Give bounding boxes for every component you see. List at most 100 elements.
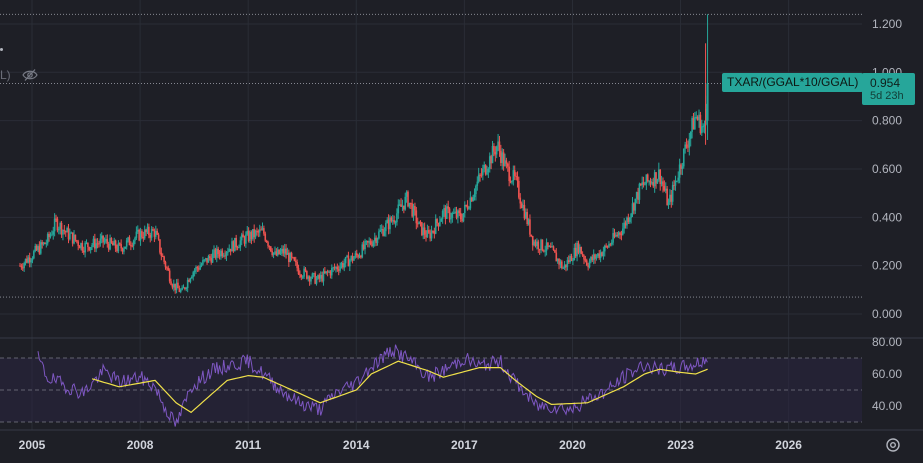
candle-body — [398, 204, 401, 206]
candle-body — [55, 218, 57, 220]
price-candles — [19, 14, 709, 294]
candle-body — [432, 230, 434, 232]
eye-off-icon[interactable] — [22, 68, 38, 82]
candle-body — [623, 222, 625, 229]
candle-body — [304, 268, 307, 271]
candle-body — [605, 245, 607, 247]
candle-body — [321, 274, 323, 282]
candle-body — [638, 183, 641, 200]
candle-body — [264, 233, 267, 241]
candle-body — [307, 276, 310, 279]
candle-body — [364, 241, 366, 250]
candle-body — [551, 246, 553, 248]
candle-body — [480, 174, 483, 176]
candle-body — [150, 229, 153, 238]
candle-body — [37, 246, 39, 251]
candle-body — [667, 202, 670, 206]
candle-body — [562, 267, 565, 269]
candle-body — [293, 257, 296, 261]
candle-body — [357, 255, 359, 258]
candle-body — [624, 222, 627, 226]
chart-canvas[interactable]: 1.2001.0000.8000.6000.4000.2000.000 80.0… — [0, 0, 923, 463]
settings-gear-icon[interactable] — [884, 436, 902, 454]
price-tick-label: 1.200 — [872, 17, 902, 31]
candle-body — [263, 228, 265, 234]
candle-body — [574, 247, 577, 257]
candle-body — [631, 203, 634, 214]
candle-body — [555, 252, 558, 262]
candle-body — [696, 116, 699, 121]
candle-body — [279, 251, 282, 255]
candle-body — [533, 241, 535, 246]
candle-body — [652, 182, 655, 187]
candle-body — [563, 264, 566, 268]
candle-body — [538, 249, 541, 251]
candle-body — [181, 287, 183, 290]
candle-body — [177, 282, 179, 289]
candle-body — [429, 232, 431, 239]
candle-body — [310, 278, 312, 282]
candle-body — [221, 250, 224, 257]
candle-body — [475, 185, 477, 195]
candle-body — [46, 234, 49, 244]
candle-body — [82, 250, 85, 253]
candle-body — [139, 231, 142, 241]
candle-body — [501, 152, 504, 163]
candle-body — [570, 256, 573, 262]
candle-body — [333, 267, 336, 269]
candle-body — [441, 210, 444, 219]
candle-body — [220, 250, 222, 257]
candle-body — [543, 250, 545, 252]
candle-body — [236, 247, 239, 249]
candle-body — [149, 235, 152, 238]
candle-body — [487, 168, 490, 173]
candle-body — [537, 241, 540, 250]
candle-body — [581, 253, 584, 256]
candle-body — [556, 258, 559, 262]
last-price-value: 0.954 — [870, 76, 901, 90]
candle-body — [591, 256, 594, 261]
candle-body — [500, 150, 502, 163]
candle-body — [265, 240, 268, 243]
candle-body — [609, 244, 612, 246]
candle-body — [245, 234, 247, 244]
candle-body — [324, 271, 326, 274]
candle-body — [153, 230, 156, 237]
candle-body — [311, 273, 314, 279]
candle-body — [700, 126, 703, 134]
candle-body — [541, 239, 544, 251]
candle-body — [38, 246, 41, 254]
candle-body — [148, 226, 150, 236]
candle-body — [454, 211, 456, 213]
candle-body — [698, 114, 700, 121]
candle-body — [173, 283, 175, 288]
candle-body — [494, 151, 497, 155]
candle-body — [222, 255, 225, 257]
candle-body — [412, 205, 415, 217]
candle-body — [572, 260, 574, 262]
candle-body — [290, 253, 293, 258]
candle-body — [98, 243, 100, 245]
candle-body — [497, 141, 499, 147]
candle-body — [651, 182, 653, 184]
candle-body — [134, 237, 136, 241]
candle-body — [587, 265, 589, 268]
candle-body — [577, 242, 580, 253]
candle-body — [62, 229, 64, 235]
time-tick-label: 2005 — [19, 438, 46, 452]
candle-body — [527, 219, 530, 225]
candle-body — [520, 203, 523, 208]
candle-body — [87, 242, 89, 248]
candle-body — [41, 242, 43, 245]
candle-body — [116, 248, 118, 252]
candle-body — [559, 261, 562, 265]
candle-body — [590, 256, 592, 262]
candle-body — [26, 258, 28, 263]
candle-body — [434, 219, 437, 234]
candle-body — [457, 210, 459, 218]
candle-body — [178, 288, 181, 292]
candle-body — [462, 213, 465, 222]
candle-body — [355, 253, 358, 256]
candle-body — [627, 217, 630, 222]
candle-body — [48, 234, 50, 238]
